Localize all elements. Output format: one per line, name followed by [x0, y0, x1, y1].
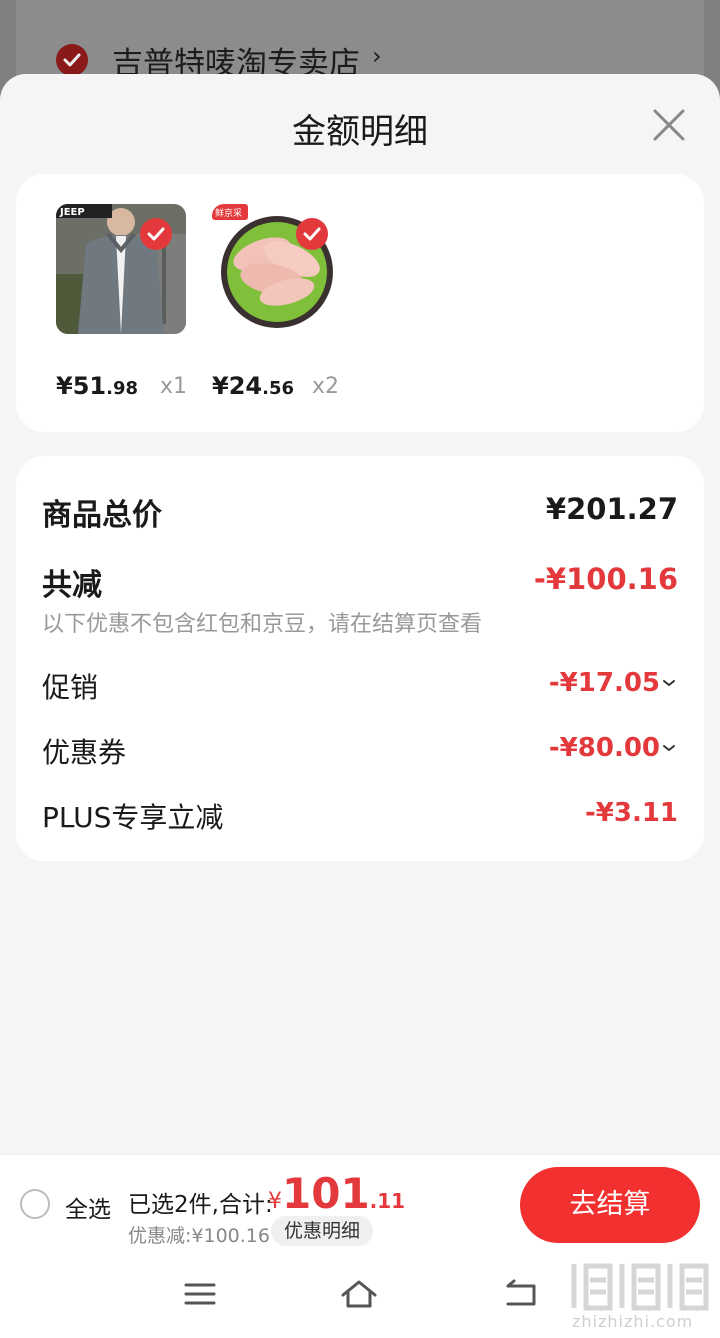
- store-check-icon: [56, 44, 88, 76]
- selected-check-icon: [296, 218, 328, 250]
- select-all-checkbox[interactable]: [20, 1189, 50, 1219]
- total-integer: 101: [282, 1169, 370, 1218]
- checkout-button[interactable]: 去结算: [520, 1167, 700, 1243]
- discount-note: 以下优惠不包含红包和京豆，请在结算页查看: [42, 612, 483, 637]
- brand-label: JEEP: [59, 207, 85, 218]
- currency-symbol: ¥: [268, 1189, 282, 1214]
- price-summary-card: 商品总价 ¥201.27 共减 -¥100.16 以下优惠不包含红包和京豆，请在…: [16, 456, 704, 861]
- coupon-value[interactable]: -¥80.00: [549, 733, 660, 763]
- price-decimal: .98: [106, 378, 138, 399]
- home-icon[interactable]: [340, 1278, 378, 1310]
- total-price-value: ¥201.27: [545, 492, 678, 526]
- total-price-label: 商品总价: [42, 498, 162, 533]
- price-integer: ¥24: [212, 372, 263, 400]
- total-reduce-label: 共减: [42, 568, 102, 603]
- product-price: ¥51.98: [56, 372, 138, 400]
- total-decimal: .11: [369, 1189, 406, 1213]
- close-icon[interactable]: [650, 106, 688, 144]
- chevron-down-icon[interactable]: [662, 678, 676, 688]
- back-icon[interactable]: [502, 1278, 538, 1310]
- discount-detail-button[interactable]: 优惠明细: [271, 1216, 374, 1246]
- discount-amount-text: 优惠减:¥100.16: [128, 1225, 270, 1247]
- price-integer: ¥51: [56, 372, 107, 400]
- store-arrow-icon: ›: [372, 42, 382, 70]
- products-card: JEEP ¥51.98 x1 鲜京采 ¥24.56 x2: [16, 174, 704, 432]
- grand-total: ¥101.11: [268, 1169, 405, 1218]
- selected-check-icon: [140, 218, 172, 250]
- amount-detail-sheet: 金额明细 JEEP ¥51.98 x1 鲜京采 ¥24.56 x2 商品总价 ¥…: [0, 74, 720, 1154]
- checkout-bar: 全选 已选2件,合计: ¥101.11 优惠减:¥100.16 优惠明细 去结算: [0, 1154, 720, 1255]
- product-quantity: x2: [312, 374, 340, 399]
- total-reduce-value: -¥100.16: [533, 562, 678, 596]
- select-all-label[interactable]: 全选: [65, 1190, 111, 1224]
- product-quantity: x1: [160, 374, 188, 399]
- chevron-down-icon[interactable]: [662, 743, 676, 753]
- plus-discount-value: -¥3.11: [584, 798, 678, 828]
- sheet-title: 金额明细: [292, 112, 428, 152]
- plus-discount-label: PLUS专享立减: [42, 801, 224, 834]
- promotion-value[interactable]: -¥17.05: [549, 668, 660, 698]
- promotion-label[interactable]: 促销: [42, 666, 98, 706]
- coupon-label[interactable]: 优惠券: [42, 731, 126, 771]
- brand-label: 鲜京采: [215, 207, 242, 219]
- price-decimal: .56: [262, 378, 294, 399]
- product-price: ¥24.56: [212, 372, 294, 400]
- watermark-url: zhizhizhi.com: [572, 1312, 694, 1331]
- selected-count-text: 已选2件,合计:: [128, 1192, 273, 1218]
- menu-icon[interactable]: [184, 1278, 216, 1310]
